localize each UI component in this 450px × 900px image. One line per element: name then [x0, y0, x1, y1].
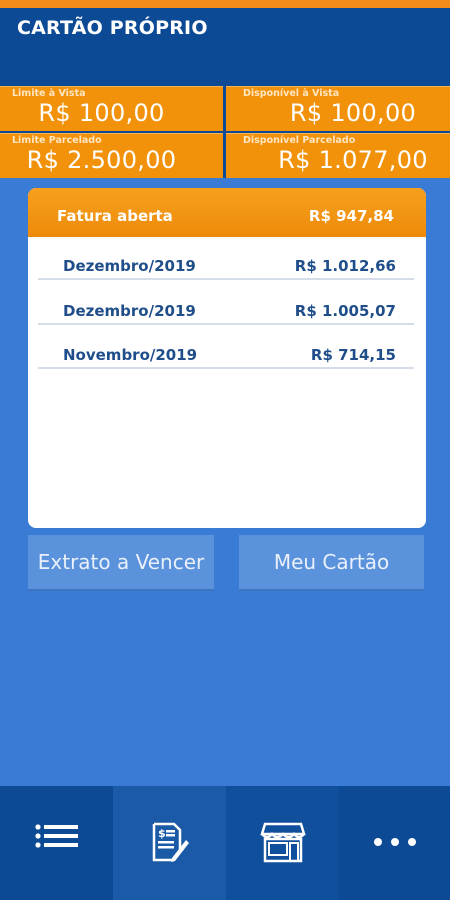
extrato-a-vencer-button[interactable]: Extrato a Vencer — [28, 535, 214, 591]
invoice-month: Dezembro/2019 — [63, 257, 196, 275]
invoice-month: Dezembro/2019 — [63, 302, 196, 320]
list-icon — [34, 824, 78, 848]
page-title: CARTÃO PRÓPRIO — [17, 17, 208, 39]
open-invoice-amount: R$ 947,84 — [308, 207, 394, 225]
app-header: CARTÃO PRÓPRIO — [0, 8, 450, 86]
available-cash-value: R$ 100,00 — [289, 99, 417, 127]
invoice-value: R$ 714,15 — [310, 346, 396, 364]
top-accent-strip — [0, 0, 450, 8]
bottom-navigation: $ — [0, 786, 450, 900]
invoice-edit-icon: $ — [152, 822, 189, 862]
limit-cash-box: Limite à Vista R$ 100,00 — [0, 86, 223, 131]
nav-store[interactable] — [226, 786, 339, 900]
store-icon — [259, 822, 306, 863]
limit-installment-box: Limite Parcelado R$ 2.500,00 — [0, 133, 223, 178]
available-installment-label: Disponível Parcelado — [243, 135, 356, 146]
svg-text:$: $ — [158, 827, 166, 840]
available-installment-value: R$ 1.077,00 — [278, 146, 428, 174]
limits-panel: Limite à Vista R$ 100,00 Disponível à Vi… — [0, 86, 450, 178]
nav-invoice[interactable]: $ — [113, 786, 226, 900]
meu-cartao-button[interactable]: Meu Cartão — [239, 535, 424, 591]
invoice-value: R$ 1.012,66 — [294, 257, 396, 275]
invoices-panel: Fatura aberta R$ 947,84 Dezembro/2019 R$… — [28, 188, 426, 528]
invoice-month: Novembro/2019 — [63, 346, 198, 364]
available-cash-label: Disponível à Vista — [243, 88, 340, 99]
open-invoice-label: Fatura aberta — [57, 207, 173, 225]
invoice-value: R$ 1.005,07 — [294, 302, 396, 320]
limit-cash-value: R$ 100,00 — [38, 99, 165, 127]
open-invoice-row[interactable]: Fatura aberta R$ 947,84 — [28, 188, 426, 237]
invoice-row[interactable]: Novembro/2019 R$ 714,15 — [38, 325, 414, 369]
nav-list[interactable] — [0, 786, 113, 900]
available-installment-box: Disponível Parcelado R$ 1.077,00 — [226, 133, 450, 178]
nav-more[interactable] — [339, 786, 450, 900]
limit-installment-label: Limite Parcelado — [12, 135, 102, 146]
available-cash-box: Disponível à Vista R$ 100,00 — [226, 86, 450, 131]
more-icon — [373, 838, 416, 846]
invoice-row[interactable]: Dezembro/2019 R$ 1.005,07 — [38, 281, 414, 325]
invoice-row[interactable]: Dezembro/2019 R$ 1.012,66 — [38, 236, 414, 280]
limit-installment-value: R$ 2.500,00 — [26, 146, 177, 174]
limit-cash-label: Limite à Vista — [12, 88, 86, 99]
